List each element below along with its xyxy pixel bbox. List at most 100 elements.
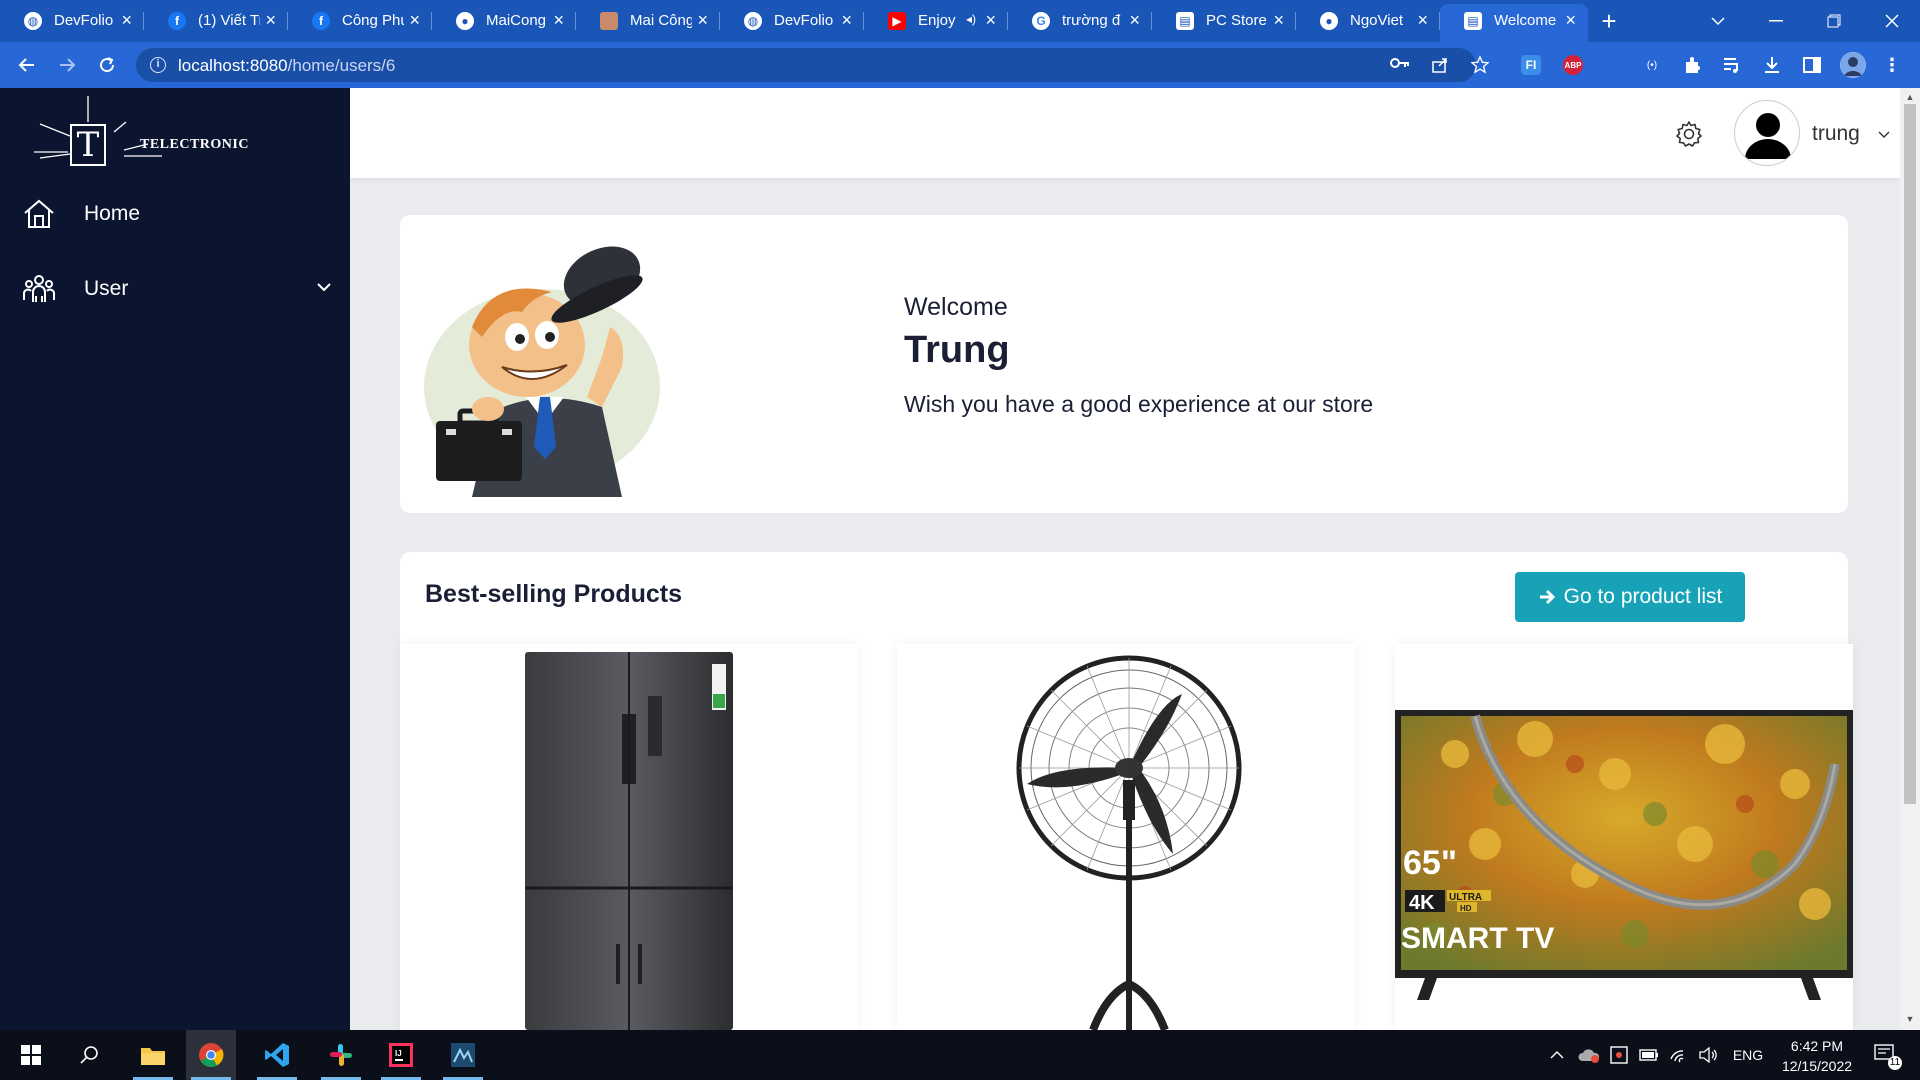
battery-icon[interactable] (1636, 1030, 1662, 1080)
browser-toolbar: i localhost:8080/home/users/6 FI ABP (•)… (0, 42, 1920, 88)
url-text[interactable]: localhost:8080/home/users/6 (178, 56, 395, 76)
browser-tab[interactable]: ◍ DevFolio × (720, 0, 864, 42)
home-icon (24, 199, 54, 228)
tab-title: Enjoy (918, 12, 956, 29)
sidebar-item-user[interactable]: User (0, 261, 350, 317)
browser-menu-icon[interactable]: ⋮ (1880, 53, 1904, 77)
brand-name: TELECTRONIC (140, 137, 249, 152)
chrome-taskbar-icon[interactable] (186, 1030, 236, 1080)
businessman-mascot-image (424, 246, 660, 497)
user-avatar[interactable] (1734, 100, 1800, 166)
welcome-label: Welcome (904, 293, 1008, 321)
close-tab-icon[interactable]: × (985, 10, 996, 31)
close-tab-icon[interactable]: × (1565, 10, 1576, 31)
password-key-icon[interactable] (1390, 56, 1410, 76)
tab-title: DevFolio (54, 12, 114, 29)
volume-icon[interactable] (1696, 1030, 1722, 1080)
facebook-icon: f (312, 12, 330, 30)
close-tab-icon[interactable]: × (697, 10, 708, 31)
restore-button[interactable] (1806, 0, 1862, 42)
notification-center-button[interactable]: 11 (1866, 1030, 1906, 1080)
globe-icon: ◍ (24, 12, 42, 30)
slack-taskbar-icon[interactable] (316, 1030, 366, 1080)
bookmark-star-icon[interactable] (1470, 55, 1490, 76)
tv-4k-badge: 4K (1409, 892, 1435, 914)
windows-logo-icon (21, 1045, 41, 1065)
sidebar-item-home[interactable]: Home (0, 186, 350, 242)
show-hidden-icons-button[interactable] (1544, 1030, 1570, 1080)
download-icon[interactable] (1760, 53, 1784, 77)
welcome-message: Wish you have a good experience at our s… (904, 391, 1374, 417)
tab-list: ◍ DevFolio × f (1) Viết Tr × f Công Phu × ● MaiCon… (0, 0, 1588, 42)
wifi-icon[interactable] (1666, 1030, 1692, 1080)
taskbar-clock[interactable]: 6:42 PM 12/15/2022 (1772, 1036, 1862, 1076)
address-bar[interactable]: i localhost:8080/home/users/6 (136, 48, 1490, 82)
scrollbar-thumb[interactable] (1904, 104, 1916, 804)
browser-tab[interactable]: f Công Phu × (288, 0, 432, 42)
minimize-icon (1769, 20, 1783, 22)
close-tab-icon[interactable]: × (1129, 10, 1140, 31)
close-tab-icon[interactable]: × (841, 10, 852, 31)
search-button[interactable] (64, 1030, 114, 1080)
gear-icon[interactable] (1675, 120, 1703, 148)
chevron-down-icon (317, 283, 331, 292)
browser-tab[interactable]: Mai Công × (576, 0, 720, 42)
close-tab-icon[interactable]: × (1273, 10, 1284, 31)
new-tab-button[interactable]: + (1588, 0, 1630, 42)
scroll-up-arrow[interactable]: ▲ (1904, 92, 1916, 104)
cast-extension-icon[interactable]: (•) (1640, 53, 1664, 77)
extension-fi-icon[interactable]: FI (1521, 55, 1541, 75)
close-tab-icon[interactable]: × (265, 10, 276, 31)
reload-button[interactable] (92, 50, 122, 80)
browser-tab[interactable]: ● NgoViet × (1296, 0, 1440, 42)
github-icon: ● (456, 12, 474, 30)
minimize-button[interactable] (1748, 0, 1804, 42)
browser-tab[interactable]: ▤ Welcome × (1440, 4, 1588, 42)
media-control-icon[interactable] (1720, 53, 1744, 77)
go-to-product-list-button[interactable]: Go to product list (1515, 572, 1745, 622)
product-card-smart-tv[interactable]: 65" 4K ULTRA HD SMART TV (1395, 644, 1853, 1030)
brand-logo[interactable]: T TELECTRONIC (30, 92, 270, 182)
tab-title: NgoViet (1350, 12, 1404, 29)
close-tab-icon[interactable]: × (409, 10, 420, 31)
intellij-taskbar-icon[interactable]: IJ (376, 1030, 426, 1080)
tab-search-button[interactable] (1690, 0, 1746, 42)
close-tab-icon[interactable]: × (553, 10, 564, 31)
close-window-button[interactable] (1864, 0, 1920, 42)
mysql-workbench-taskbar-icon[interactable] (438, 1030, 488, 1080)
username-label[interactable]: trung (1812, 122, 1860, 146)
chevron-up-icon (1550, 1051, 1564, 1059)
back-button[interactable] (12, 50, 42, 80)
extensions-puzzle-icon[interactable] (1680, 53, 1704, 77)
file-explorer-icon[interactable] (128, 1030, 178, 1080)
browser-tab[interactable]: ● MaiCong × (432, 0, 576, 42)
close-tab-icon[interactable]: × (121, 10, 132, 31)
scroll-down-arrow[interactable]: ▼ (1904, 1014, 1916, 1026)
reload-icon (100, 57, 115, 73)
profile-avatar-icon[interactable] (1840, 52, 1866, 78)
start-button[interactable] (6, 1030, 56, 1080)
browser-tab[interactable]: Gtrường đ × (1008, 0, 1152, 42)
product-card-refrigerator[interactable] (400, 644, 858, 1030)
browser-tab[interactable]: ▤ PC Store × (1152, 0, 1296, 42)
site-info-icon[interactable]: i (150, 57, 166, 73)
adblock-plus-icon[interactable]: ABP (1563, 55, 1583, 75)
forward-button[interactable] (52, 50, 82, 80)
vscode-taskbar-icon[interactable] (252, 1030, 302, 1080)
tab-audio-icon[interactable]: ◂) (966, 12, 976, 26)
browser-tab[interactable]: ▶ Enjoy ◂) × (864, 0, 1008, 42)
share-icon[interactable] (1430, 56, 1450, 76)
product-card-standing-fan[interactable] (897, 644, 1355, 1030)
close-tab-icon[interactable]: × (1417, 10, 1428, 31)
input-language-indicator[interactable]: ENG (1728, 1030, 1768, 1080)
security-status-icon[interactable] (1606, 1030, 1632, 1080)
facebook-icon: f (168, 12, 186, 30)
users-icon (23, 275, 55, 302)
google-icon: G (1032, 12, 1050, 30)
browser-tab[interactable]: ◍ DevFolio × (0, 0, 144, 42)
side-panel-icon[interactable] (1800, 53, 1824, 77)
windows-taskbar: IJ ENG 6:42 PM 12/15/2022 11 (0, 1030, 1920, 1080)
chevron-down-icon[interactable] (1878, 128, 1890, 140)
browser-tab[interactable]: f (1) Viết Tr × (144, 0, 288, 42)
onedrive-error-icon[interactable] (1576, 1030, 1602, 1080)
